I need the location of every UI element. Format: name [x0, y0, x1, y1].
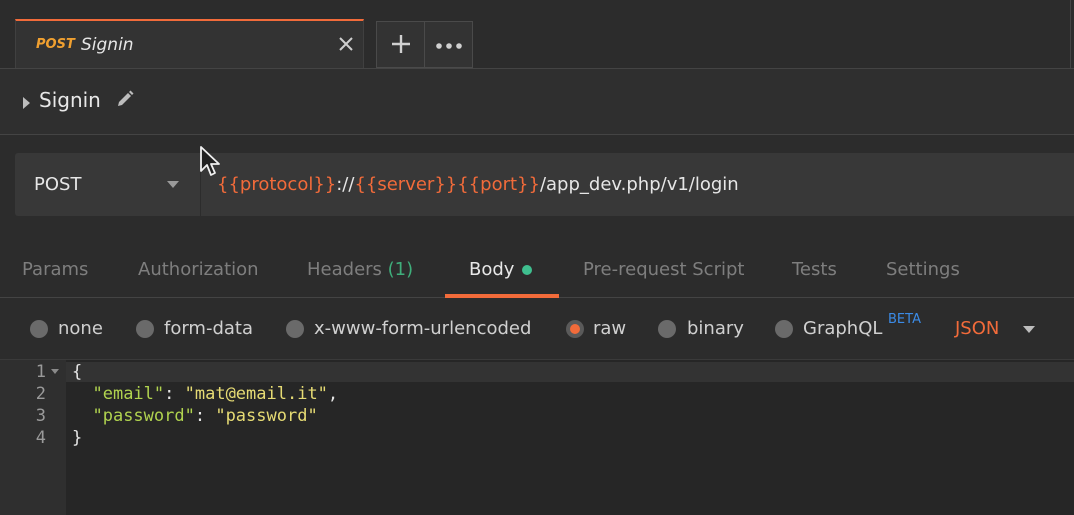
radio-binary[interactable]: [658, 320, 676, 338]
beta-badge: BETA: [888, 312, 921, 327]
radio-form-data-label[interactable]: form-data: [164, 318, 253, 339]
content-type-select[interactable]: JSON: [955, 318, 999, 339]
radio-form-data[interactable]: [136, 320, 154, 338]
radio-binary-label[interactable]: binary: [687, 318, 744, 339]
chevron-down-icon: [167, 181, 179, 188]
json-comma: ,: [327, 384, 339, 404]
new-tab-button[interactable]: [376, 21, 425, 68]
radio-graphql[interactable]: [775, 320, 793, 338]
url-var-port: {{port}}: [457, 174, 540, 195]
request-tab-signin[interactable]: POST Signin: [15, 19, 364, 69]
headers-count-badge: (1): [387, 259, 414, 280]
radio-graphql-label[interactable]: GraphQL: [803, 318, 882, 339]
active-tab-indicator: [445, 294, 559, 298]
more-tabs-button[interactable]: [424, 21, 473, 68]
radio-none[interactable]: [30, 320, 48, 338]
code-line-2: "email": "mat@email.it",: [72, 384, 338, 404]
mouse-cursor-icon: [200, 146, 220, 176]
tab-headers-label: Headers: [307, 259, 382, 280]
active-line-highlight: [66, 362, 1074, 382]
radio-raw[interactable]: [566, 320, 584, 338]
ellipsis-icon: [436, 43, 462, 49]
json-value: "mat@email.it": [184, 384, 328, 404]
code-line-1: {: [72, 362, 83, 382]
tab-settings[interactable]: Settings: [886, 259, 960, 280]
request-name-row: [0, 69, 1074, 135]
chevron-down-icon[interactable]: [1023, 326, 1035, 333]
tab-params[interactable]: Params: [22, 259, 88, 280]
tab-method: POST: [36, 37, 75, 52]
tab-authorization[interactable]: Authorization: [138, 259, 259, 280]
url-scheme-separator: ://: [336, 174, 355, 195]
line-number: 1: [35, 362, 46, 382]
url-var-protocol: {{protocol}}: [217, 174, 337, 195]
radio-urlencoded-label[interactable]: x-www-form-urlencoded: [314, 318, 531, 339]
json-separator: :: [164, 384, 185, 404]
request-name[interactable]: Signin: [39, 88, 101, 112]
line-number: 3: [35, 406, 46, 426]
url-text: {{protocol}}://{{server}}{{port}}/app_de…: [217, 174, 739, 195]
radio-raw-label[interactable]: raw: [593, 318, 626, 339]
line-number: 4: [35, 428, 46, 448]
tab-name: Signin: [81, 35, 134, 55]
tab-bar-edge: [1070, 0, 1074, 69]
plus-icon: [392, 35, 410, 53]
body-mode-bar: [0, 299, 1074, 359]
tab-body-label: Body: [469, 259, 515, 280]
radio-urlencoded[interactable]: [286, 320, 304, 338]
json-key: "email": [92, 384, 165, 404]
line-number: 2: [35, 384, 46, 404]
json-value: "password": [215, 406, 318, 426]
fold-caret-icon[interactable]: [51, 369, 59, 374]
url-path: /app_dev.php/v1/login: [539, 174, 739, 195]
tab-body[interactable]: Body: [469, 259, 533, 280]
code-editor[interactable]: [0, 359, 1074, 515]
pencil-icon[interactable]: [115, 89, 135, 109]
tab-headers[interactable]: Headers (1): [307, 259, 413, 280]
json-key: "password": [92, 406, 195, 426]
tab-pre-request-script[interactable]: Pre-request Script: [583, 259, 744, 280]
radio-none-label[interactable]: none: [58, 318, 103, 339]
json-separator: :: [194, 406, 216, 426]
code-line-4: }: [72, 428, 83, 448]
tab-tests[interactable]: Tests: [792, 259, 837, 280]
method-label: POST: [34, 174, 82, 195]
close-icon[interactable]: [338, 36, 354, 52]
url-var-server: {{server}}: [354, 174, 458, 195]
expand-caret-icon[interactable]: [23, 97, 30, 109]
code-line-3: "password": "password": [72, 406, 318, 426]
body-status-dot: [522, 265, 533, 275]
